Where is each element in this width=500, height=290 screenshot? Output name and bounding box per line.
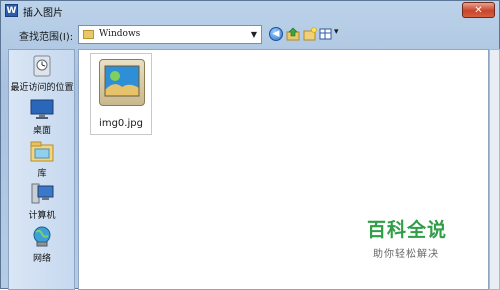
sidebar-item-desktop[interactable]: 桌面 (9, 97, 75, 136)
look-in-label: 查找范围(I): (19, 32, 74, 43)
computer-icon (29, 182, 55, 206)
look-in-combobox[interactable]: Windows ▼ (78, 25, 262, 44)
close-button[interactable]: ✕ (462, 2, 495, 18)
folder-icon (83, 30, 94, 39)
title-bar: W 插入图片 ✕ (1, 1, 499, 21)
chevron-down-icon[interactable]: ▼ (247, 26, 261, 43)
word-app-icon: W (5, 4, 18, 17)
file-name: img0.jpg (99, 118, 143, 129)
view-menu-button[interactable]: ▾ (319, 27, 341, 41)
recent-places-icon (29, 54, 55, 78)
vertical-scrollbar[interactable] (489, 49, 500, 290)
file-item-img0[interactable]: img0.jpg (90, 53, 152, 135)
sidebar-item-label: 库 (37, 169, 47, 179)
sidebar-item-network[interactable]: 网络 (9, 225, 75, 264)
desktop-icon (29, 97, 55, 121)
up-one-level-button[interactable] (286, 27, 300, 41)
sidebar-item-label: 桌面 (32, 126, 51, 136)
look-in-value: Windows (99, 29, 141, 39)
sidebar-item-label: 最近访问的位置 (10, 83, 74, 93)
insert-picture-dialog: W 插入图片 ✕ 查找范围(I): Windows ▼ ◀ ▾ 最近访问的位置 … (0, 0, 500, 290)
view-grid-icon (319, 28, 332, 40)
places-sidebar: 最近访问的位置 桌面 库 计算机 网络 (8, 49, 75, 290)
sidebar-item-label: 计算机 (28, 211, 56, 221)
sidebar-item-label: 网络 (32, 254, 51, 264)
watermark-subtitle: 助你轻松解决 (373, 249, 439, 260)
sidebar-item-recent-places[interactable]: 最近访问的位置 (9, 54, 75, 93)
back-arrow-icon: ◀ (272, 29, 280, 39)
view-dropdown-icon: ▾ (334, 27, 339, 37)
sidebar-item-libraries[interactable]: 库 (9, 140, 75, 179)
window-title: 插入图片 (23, 8, 63, 19)
new-folder-button[interactable] (303, 27, 317, 41)
back-button[interactable]: ◀ (269, 27, 283, 41)
sidebar-item-computer[interactable]: 计算机 (9, 182, 75, 221)
watermark-title: 百科全说 (367, 219, 448, 241)
image-file-icon (99, 59, 145, 106)
libraries-icon (29, 140, 55, 164)
up-folder-icon (286, 27, 300, 41)
network-icon (29, 225, 55, 249)
new-folder-icon (303, 27, 317, 41)
